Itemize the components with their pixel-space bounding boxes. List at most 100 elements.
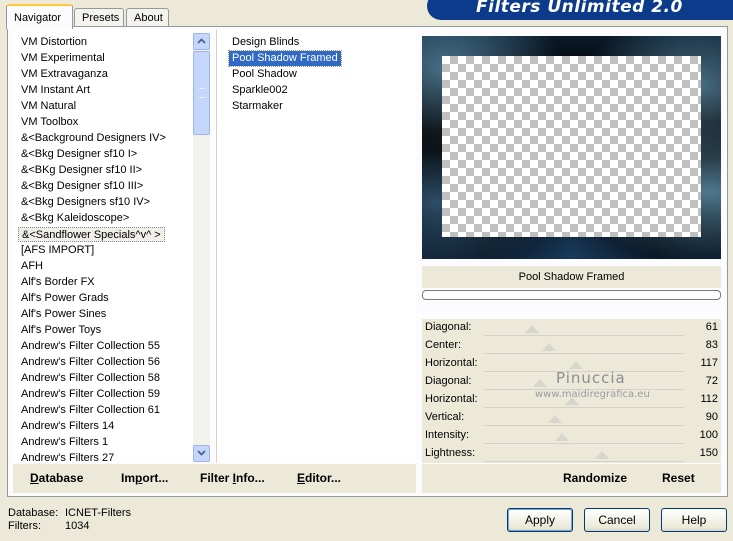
filter-info-button[interactable]: Filter Info... bbox=[200, 471, 265, 485]
filter-list[interactable]: Design Blinds Pool Shadow Framed Pool Shad… bbox=[216, 30, 416, 463]
slider-row: Diagonal: 61 bbox=[422, 319, 721, 337]
category-item[interactable]: [AFS IMPORT] bbox=[18, 243, 97, 258]
slider-thumb[interactable] bbox=[555, 433, 570, 441]
category-item[interactable]: &<Bkg Kaleidoscope> bbox=[18, 211, 132, 226]
cancel-button[interactable]: Cancel bbox=[584, 508, 650, 532]
slider-thumb[interactable] bbox=[533, 379, 548, 387]
chevron-down-icon bbox=[197, 450, 206, 456]
slider-label: Diagonal: bbox=[425, 375, 472, 387]
slider-label: Horizontal: bbox=[425, 393, 478, 405]
slider-thumb[interactable] bbox=[542, 343, 557, 351]
slider-thumb[interactable] bbox=[524, 325, 539, 333]
category-item[interactable]: &<Background Designers IV> bbox=[18, 131, 169, 146]
slider-label: Horizontal: bbox=[425, 357, 478, 369]
category-item[interactable]: Andrew's Filters 14 bbox=[18, 419, 117, 434]
editor-button[interactable]: Editor... bbox=[297, 471, 341, 485]
slider-thumb[interactable] bbox=[594, 451, 609, 459]
category-item[interactable]: &<Bkg Designer sf10 III> bbox=[18, 179, 146, 194]
randomize-button[interactable]: Randomize bbox=[563, 471, 627, 485]
tab-presets[interactable]: Presets bbox=[74, 8, 124, 28]
category-item[interactable]: Alf's Power Toys bbox=[18, 323, 104, 338]
preview-image bbox=[422, 36, 721, 259]
slider-row: Lightness: 150 bbox=[422, 445, 721, 463]
category-item[interactable]: VM Natural bbox=[18, 99, 79, 114]
slider-value: 100 bbox=[699, 429, 718, 441]
slider-value: 61 bbox=[705, 321, 718, 333]
chevron-up-icon bbox=[197, 38, 206, 44]
category-item[interactable]: &<Sandflower Specials^v^ > bbox=[18, 227, 165, 242]
category-item[interactable]: &<BKg Designer sf10 II> bbox=[18, 163, 145, 178]
database-label: Database: bbox=[8, 507, 59, 519]
slider-track[interactable] bbox=[484, 425, 684, 426]
filter-item[interactable]: Sparkle002 bbox=[229, 83, 291, 98]
filter-item[interactable]: Design Blinds bbox=[229, 35, 302, 50]
category-item[interactable]: Andrew's Filters 27 bbox=[18, 451, 117, 463]
filters-count-value: 1034 bbox=[65, 520, 90, 532]
category-item[interactable]: Andrew's Filters 1 bbox=[18, 435, 111, 450]
category-item[interactable]: VM Instant Art bbox=[18, 83, 93, 98]
help-button[interactable]: Help bbox=[661, 508, 727, 532]
preview-filter-name: Pool Shadow Framed bbox=[422, 266, 721, 288]
slider-row: Intensity: 100 bbox=[422, 427, 721, 445]
category-list[interactable]: VM Distortion VM Experimental VM Extravaga… bbox=[13, 30, 199, 463]
category-item[interactable]: AFH bbox=[18, 259, 46, 274]
slider-thumb[interactable] bbox=[547, 415, 562, 423]
slider-label: Center: bbox=[425, 339, 462, 351]
database-button[interactable]: Database bbox=[30, 471, 83, 485]
category-scrollbar[interactable] bbox=[193, 33, 210, 462]
list-toolbar: Database Import... Filter Info... Editor… bbox=[13, 464, 416, 493]
category-item[interactable]: &<Bkg Designer sf10 I> bbox=[18, 147, 140, 162]
category-item[interactable]: VM Distortion bbox=[18, 35, 90, 50]
database-value: ICNET-Filters bbox=[65, 507, 131, 519]
category-item[interactable]: VM Experimental bbox=[18, 51, 108, 66]
scroll-thumb[interactable] bbox=[193, 51, 210, 135]
slider-value: 150 bbox=[699, 447, 718, 459]
reset-button[interactable]: Reset bbox=[662, 471, 695, 485]
tab-navigator[interactable]: Navigator bbox=[6, 4, 73, 29]
tab-about[interactable]: About bbox=[126, 8, 169, 28]
filter-item[interactable]: Starmaker bbox=[229, 99, 286, 114]
scroll-up-button[interactable] bbox=[193, 33, 210, 50]
category-item[interactable]: VM Extravaganza bbox=[18, 67, 111, 82]
transparency-checkerboard bbox=[442, 56, 701, 237]
progress-bar bbox=[422, 290, 721, 300]
category-item[interactable]: Alf's Power Grads bbox=[18, 291, 112, 306]
slider-label: Intensity: bbox=[425, 429, 470, 441]
slider-row: Vertical: 90 bbox=[422, 409, 721, 427]
slider-label: Lightness: bbox=[425, 447, 476, 459]
category-item[interactable]: Alf's Power Sines bbox=[18, 307, 109, 322]
slider-label: Diagonal: bbox=[425, 321, 472, 333]
category-item[interactable]: &<Bkg Designers sf10 IV> bbox=[18, 195, 153, 210]
slider-value: 112 bbox=[700, 393, 718, 405]
slider-track[interactable] bbox=[484, 461, 684, 462]
category-item[interactable]: Alf's Border FX bbox=[18, 275, 98, 290]
slider-value: 90 bbox=[705, 411, 718, 423]
slider-thumb[interactable] bbox=[568, 361, 583, 369]
slider-value: 83 bbox=[705, 339, 718, 351]
category-item[interactable]: Andrew's Filter Collection 61 bbox=[18, 403, 163, 418]
filters-count-label: Filters: bbox=[8, 520, 41, 532]
filter-item[interactable]: Pool Shadow bbox=[229, 67, 300, 82]
navigator-panel: VM Distortion VM Experimental VM Extravaga… bbox=[7, 26, 728, 497]
watermark-name: Pinuccia bbox=[556, 369, 626, 387]
database-info: Database: ICNET-Filters Filters: 1034 bbox=[8, 507, 131, 533]
grip-icon bbox=[199, 88, 205, 98]
filter-item[interactable]: Pool Shadow Framed bbox=[228, 50, 342, 67]
app-title: Filters Unlimited 2.0 bbox=[476, 0, 683, 17]
category-item[interactable]: Andrew's Filter Collection 55 bbox=[18, 339, 163, 354]
category-item[interactable]: Andrew's Filter Collection 59 bbox=[18, 387, 163, 402]
category-item[interactable]: Andrew's Filter Collection 58 bbox=[18, 371, 163, 386]
slider-track[interactable] bbox=[484, 335, 684, 336]
category-item[interactable]: VM Toolbox bbox=[18, 115, 81, 130]
slider-value: 117 bbox=[700, 357, 718, 369]
slider-row: Center: 83 bbox=[422, 337, 721, 355]
category-item[interactable]: Andrew's Filter Collection 56 bbox=[18, 355, 163, 370]
slider-track[interactable] bbox=[484, 443, 684, 444]
preview-toolbar: Randomize Reset bbox=[422, 464, 721, 493]
apply-button[interactable]: Apply bbox=[507, 508, 573, 532]
slider-track[interactable] bbox=[484, 353, 684, 354]
import-button[interactable]: Import... bbox=[121, 471, 168, 485]
slider-label: Vertical: bbox=[425, 411, 465, 423]
scroll-down-button[interactable] bbox=[193, 445, 210, 462]
slider-track[interactable] bbox=[484, 407, 684, 408]
